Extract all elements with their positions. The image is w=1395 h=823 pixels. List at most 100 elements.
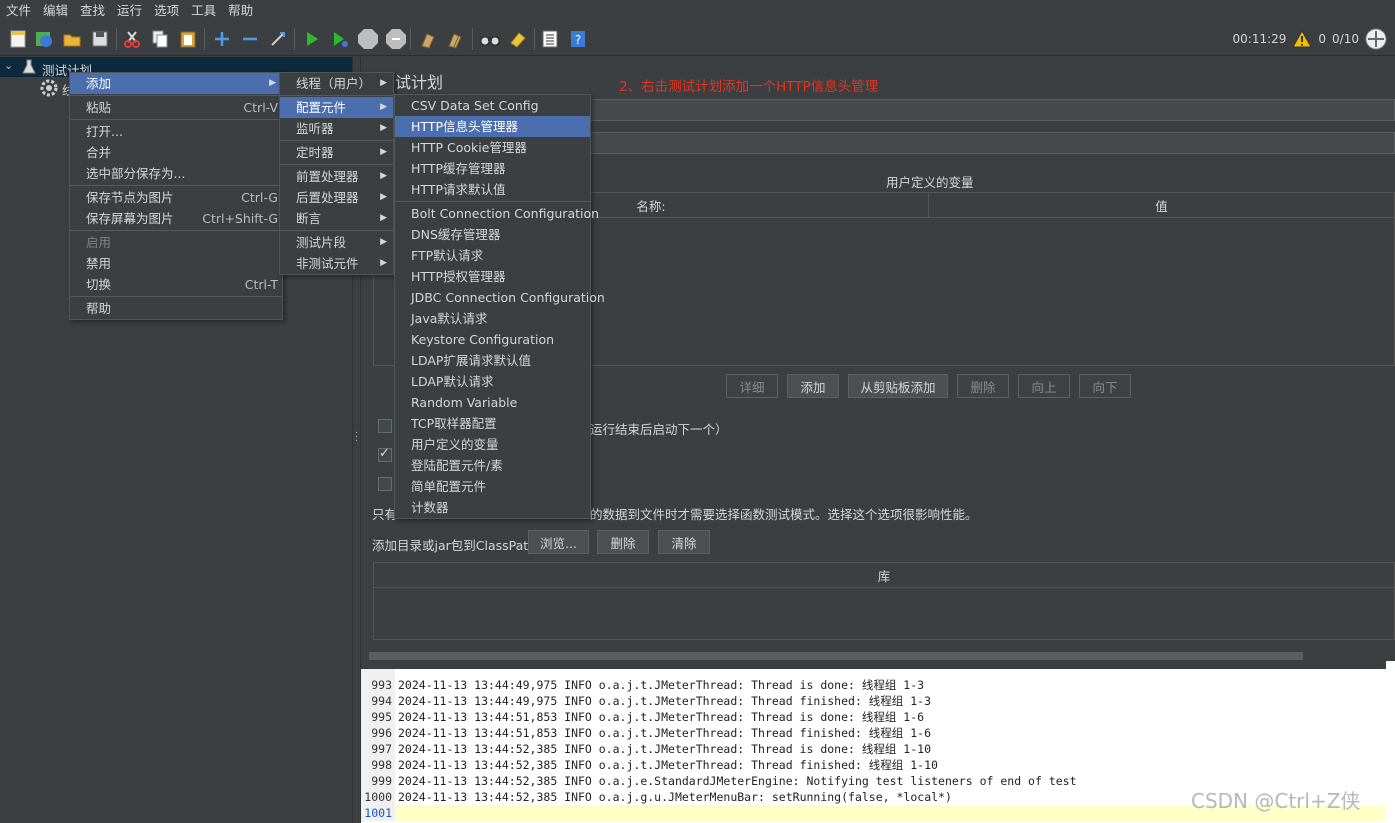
submenu-listener[interactable]: 监听器 ▶ xyxy=(280,118,393,139)
chevron-down-icon[interactable]: ⌄ xyxy=(4,59,13,72)
menu-run[interactable]: 运行 xyxy=(111,0,148,22)
config-item[interactable]: Bolt Connection Configuration xyxy=(395,203,599,224)
submenu-pre-processor[interactable]: 前置处理器 ▶ xyxy=(280,166,393,187)
config-item[interactable]: Java默认请求 xyxy=(395,308,590,329)
library-col[interactable]: 库 xyxy=(373,562,1395,588)
start-icon[interactable] xyxy=(300,27,324,51)
add-button[interactable]: 添加 xyxy=(787,374,839,398)
clear-all-icon[interactable] xyxy=(444,27,468,51)
menu-item-toggle[interactable]: 切换 Ctrl-T xyxy=(70,274,282,295)
config-item[interactable]: Keystore Configuration xyxy=(395,329,590,350)
menu-item-save-screen-image[interactable]: 保存屏幕为图片 Ctrl+Shift-G xyxy=(70,208,282,229)
udv-col-value[interactable]: 值 xyxy=(928,192,1395,218)
submenu-test-fragment[interactable]: 测试片段 ▶ xyxy=(280,232,393,253)
reset-search-icon[interactable] xyxy=(506,27,530,51)
browse-button[interactable]: 浏览... xyxy=(528,530,589,554)
drag-handle-icon[interactable]: · · · xyxy=(355,429,358,447)
search-icon[interactable] xyxy=(478,27,502,51)
config-item[interactable]: HTTP请求默认值 xyxy=(395,179,590,200)
config-item[interactable]: LDAP默认请求 xyxy=(395,371,590,392)
config-item[interactable]: HTTP授权管理器 xyxy=(395,266,590,287)
chevron-right-icon: ▶ xyxy=(380,258,387,268)
menu-item-add[interactable]: 添加 ▶ xyxy=(70,73,282,94)
menu-item-paste[interactable]: 粘贴 Ctrl-V xyxy=(70,97,282,118)
stop-icon[interactable] xyxy=(356,27,380,51)
paste-clipboard-button[interactable]: 从剪贴板添加 xyxy=(848,374,948,398)
save-icon[interactable] xyxy=(88,27,112,51)
log-line-number: 993 xyxy=(361,677,395,693)
config-item[interactable]: HTTP Cookie管理器 xyxy=(395,137,590,158)
cut-icon[interactable] xyxy=(120,27,144,51)
menu-item-save-selection[interactable]: 选中部分保存为... xyxy=(70,163,282,184)
paste-icon[interactable] xyxy=(176,27,200,51)
classpath-delete-button[interactable]: 删除 xyxy=(597,530,649,554)
submenu-threads[interactable]: 线程（用户） ▶ xyxy=(280,73,393,94)
log-panel[interactable]: 993 2024-11-13 13:44:49,975 INFO o.a.j.t.… xyxy=(361,661,1395,823)
menu-tools[interactable]: 工具 xyxy=(185,0,222,22)
menu-options[interactable]: 选项 xyxy=(148,0,185,22)
menu-help[interactable]: 帮助 xyxy=(222,0,259,22)
menu-label: 合并 xyxy=(86,145,112,160)
config-item[interactable]: LDAP扩展请求默认值 xyxy=(395,350,590,371)
start-no-pause-icon[interactable] xyxy=(328,27,352,51)
submenu-post-processor[interactable]: 后置处理器 ▶ xyxy=(280,187,393,208)
config-item[interactable]: 计数器 xyxy=(395,497,590,518)
submenu-non-test[interactable]: 非测试元件 ▶ xyxy=(280,253,393,274)
menu-item-help[interactable]: 帮助 xyxy=(70,298,282,319)
config-item[interactable]: JDBC Connection Configuration xyxy=(395,287,605,308)
menu-item-disable[interactable]: 禁用 xyxy=(70,253,282,274)
menu-label: 断言 xyxy=(296,211,322,226)
run-consecutive-checkbox[interactable] xyxy=(378,419,392,433)
menu-item-open[interactable]: 打开... xyxy=(70,121,282,142)
clear-icon[interactable] xyxy=(416,27,440,51)
shutdown-icon[interactable] xyxy=(384,27,408,51)
config-item[interactable]: Random Variable xyxy=(395,392,590,413)
config-item[interactable]: CSV Data Set Config xyxy=(395,95,590,116)
config-item[interactable]: 登陆配置元件/素 xyxy=(395,455,590,476)
config-item[interactable]: HTTP缓存管理器 xyxy=(395,158,590,179)
config-item-http-header-manager[interactable]: HTTP信息头管理器 xyxy=(395,116,590,137)
open-icon[interactable] xyxy=(60,27,84,51)
expand-icon[interactable] xyxy=(210,27,234,51)
submenu-assertion[interactable]: 断言 ▶ xyxy=(280,208,393,229)
functional-mode-checkbox[interactable] xyxy=(378,477,392,491)
menu-label: Java默认请求 xyxy=(411,311,488,326)
horizontal-scrollbar[interactable] xyxy=(369,652,1303,660)
new-icon[interactable] xyxy=(6,27,30,51)
delete-button[interactable]: 删除 xyxy=(957,374,1009,398)
copy-icon[interactable] xyxy=(148,27,172,51)
menu-file[interactable]: 文件 xyxy=(0,0,37,22)
config-item[interactable]: DNS缓存管理器 xyxy=(395,224,590,245)
toggle-icon[interactable] xyxy=(266,27,290,51)
menu-item-save-node-image[interactable]: 保存节点为图片 Ctrl-G xyxy=(70,187,282,208)
menu-item-enable[interactable]: 启用 xyxy=(70,232,282,253)
function-helper-icon[interactable] xyxy=(538,27,562,51)
log-line-number: 997 xyxy=(361,741,395,757)
templates-icon[interactable] xyxy=(32,27,56,51)
menu-edit[interactable]: 编辑 xyxy=(37,0,74,22)
log-line-text: 2024-11-13 13:44:52,385 INFO o.a.j.t.JMe… xyxy=(398,742,931,756)
submenu-timer[interactable]: 定时器 ▶ xyxy=(280,142,393,163)
submenu-config-element[interactable]: 配置元件 ▶ xyxy=(280,97,393,118)
down-button[interactable]: 向下 xyxy=(1079,374,1131,398)
log-line: 998 2024-11-13 13:44:52,385 INFO o.a.j.t.… xyxy=(361,757,1386,773)
detail-button[interactable]: 详细 xyxy=(726,374,778,398)
teardown-checkbox[interactable]: ✓ xyxy=(378,446,392,462)
help-icon[interactable]: ? xyxy=(566,27,590,51)
chevron-right-icon: ▶ xyxy=(380,102,387,112)
collapse-icon[interactable] xyxy=(238,27,262,51)
classpath-clear-button[interactable]: 清除 xyxy=(658,530,710,554)
chevron-right-icon: ▶ xyxy=(269,78,276,88)
config-item[interactable]: 用户定义的变量 xyxy=(395,434,590,455)
menu-item-merge[interactable]: 合并 xyxy=(70,142,282,163)
svg-text:?: ? xyxy=(575,33,581,47)
menu-search[interactable]: 查找 xyxy=(74,0,111,22)
log-line-text: 2024-11-13 13:44:52,385 INFO o.a.j.g.u.J… xyxy=(398,790,952,804)
config-item[interactable]: FTP默认请求 xyxy=(395,245,590,266)
config-item[interactable]: TCP取样器配置 xyxy=(395,413,590,434)
config-item[interactable]: 简单配置元件 xyxy=(395,476,590,497)
up-button[interactable]: 向上 xyxy=(1018,374,1070,398)
library-table-body[interactable] xyxy=(373,588,1395,640)
menu-label: LDAP默认请求 xyxy=(411,374,494,389)
warning-icon[interactable] xyxy=(1292,30,1313,48)
